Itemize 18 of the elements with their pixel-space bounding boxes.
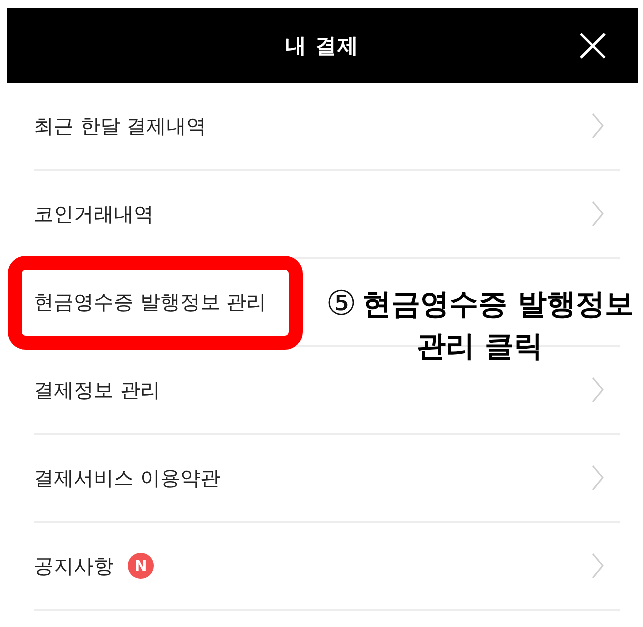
chevron-right-icon bbox=[592, 113, 604, 139]
step-number: ⑤ bbox=[326, 284, 357, 324]
new-badge: N bbox=[128, 553, 154, 579]
menu-item[interactable]: 결제서비스 이용약관 bbox=[34, 464, 220, 492]
annotation-text: 관리 클릭 bbox=[416, 328, 544, 365]
menu-item[interactable]: 최근 한달 결제내역 bbox=[34, 112, 207, 140]
header-title: 내 결제 bbox=[285, 32, 360, 60]
chevron-right-icon bbox=[592, 553, 604, 579]
menu-item[interactable]: 결제정보 관리 bbox=[34, 376, 160, 404]
close-icon bbox=[580, 33, 606, 59]
menu-item[interactable]: 현금영수증 발행정보 관리 bbox=[34, 288, 267, 316]
menu-item[interactable]: 공지사항 bbox=[34, 552, 114, 580]
close-button[interactable] bbox=[578, 31, 608, 61]
menu-item[interactable]: 코인거래내역 bbox=[34, 200, 154, 228]
annotation-text: 현금영수증 발행정보 bbox=[362, 286, 634, 323]
chevron-right-icon bbox=[592, 201, 604, 227]
chevron-right-icon bbox=[592, 377, 604, 403]
chevron-right-icon bbox=[592, 465, 604, 491]
